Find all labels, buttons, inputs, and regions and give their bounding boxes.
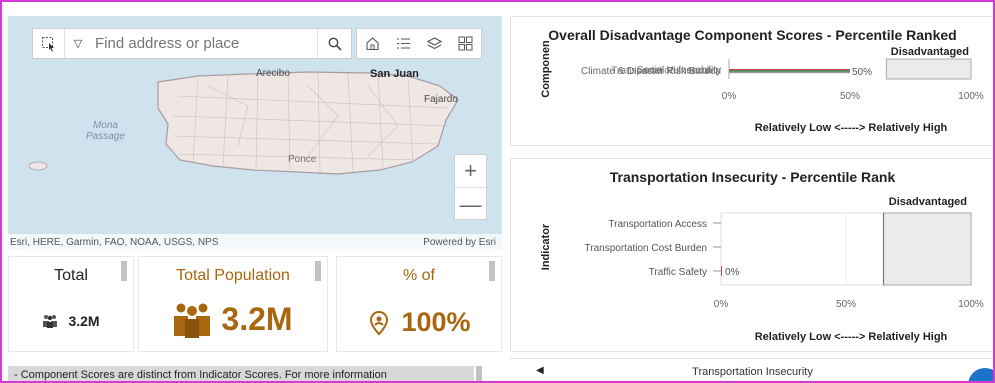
category-label: Social Vulnerability [637, 65, 721, 76]
percent-of-value: 100% [401, 307, 471, 337]
people-icon [174, 303, 211, 338]
bar-value-label: 0% [725, 267, 740, 278]
card-scrollbar[interactable] [121, 261, 127, 281]
disadvantaged-label: Disadvantaged [891, 46, 969, 58]
legend-button[interactable] [388, 29, 419, 58]
x-tick-label: 100% [958, 299, 984, 310]
x-tick-label: 0% [722, 91, 737, 102]
transportation-insecurity-chart: Disadvantaged Indicator Transportation Acc… [540, 196, 984, 343]
indicator-bar [721, 266, 722, 276]
chart-carousel-bar: ◀ Transportation Insecurity [510, 358, 995, 383]
disadvantaged-label: Disadvantaged [889, 196, 967, 208]
x-tick-label: 100% [958, 91, 984, 102]
transportation-insecurity-chart-panel: Transportation Insecurity - Percentile R… [510, 158, 995, 352]
mona-label-line2: Passage [86, 131, 125, 142]
map-label-arecibo: Arecibo [256, 68, 290, 79]
search-icon [328, 37, 342, 51]
x-tick-label: 50% [840, 91, 860, 102]
map-label-fajardo: Fajardo [424, 94, 458, 105]
search-input[interactable] [91, 29, 317, 58]
info-note: - Component Scores are distinct from Ind… [8, 366, 474, 383]
basemap-button[interactable] [450, 29, 481, 58]
card-scrollbar[interactable] [315, 261, 321, 281]
map-view[interactable]: ▽ Find address or place Arecibo San Juan… [8, 16, 502, 250]
map-label-mona-passage: Mona Passage [86, 120, 125, 142]
total-card-title: Total [54, 267, 88, 284]
percent-of-value-row: 100% [337, 307, 501, 338]
map-toolbar [356, 28, 482, 59]
disadvantaged-zone [885, 58, 972, 80]
total-population-value-row: 3.2M [139, 301, 327, 338]
disadvantaged-zone [883, 212, 972, 286]
component-scores-chart-panel: Overall Disadvantage Component Scores - … [510, 16, 995, 146]
zoom-in-button[interactable]: + [455, 155, 486, 188]
x-axis-label: Relatively Low <-----> Relatively High [755, 122, 948, 134]
select-cursor-icon [41, 36, 54, 51]
category-label: Traffic Safety [649, 267, 707, 278]
y-axis-label: Indicator [540, 223, 552, 270]
home-button[interactable] [357, 29, 388, 58]
percent-of-card: % of 100% [336, 256, 502, 352]
search-button[interactable] [317, 29, 351, 58]
map-label-san-juan: San Juan [370, 68, 419, 80]
note-scrollbar[interactable] [476, 366, 482, 383]
category-label: Transportation Access [608, 219, 707, 230]
total-population-value: 3.2M [221, 301, 293, 337]
attribution-text: Esri, HERE, Garmin, FAO, NOAA, USGS, NPS [10, 236, 219, 248]
chevron-down-icon: ▽ [73, 38, 83, 50]
search-source-dropdown[interactable]: ▽ [65, 29, 91, 58]
people-icon [43, 315, 58, 328]
x-tick-label: 0% [714, 299, 729, 310]
percent-of-title: % of [402, 267, 435, 284]
select-tool-button[interactable] [33, 29, 65, 58]
x-tick-label: 50% [836, 299, 856, 310]
bar-value-label: 50% [852, 67, 872, 78]
layers-icon [427, 37, 442, 50]
zoom-out-button[interactable]: — [455, 188, 486, 221]
total-card: Total 3.2M [8, 256, 134, 352]
total-population-card: Total Population 3.2M [138, 256, 328, 352]
category-label: Transportation Cost Burden [585, 243, 707, 254]
location-person-icon [370, 310, 389, 335]
map-attribution: Esri, HERE, Garmin, FAO, NOAA, USGS, NPS… [8, 234, 502, 250]
zoom-control: + — [454, 154, 487, 220]
mona-label-line1: Mona [92, 120, 118, 131]
basemap-gallery-icon [458, 36, 473, 51]
x-axis-label: Relatively Low <-----> Relatively High [755, 331, 948, 343]
powered-by-esri-link[interactable]: Powered by Esri [423, 237, 496, 248]
total-card-value: 3.2M [68, 313, 100, 329]
carousel-tab-label[interactable]: Transportation Insecurity [510, 366, 995, 378]
home-icon [366, 37, 379, 51]
total-card-value-row: 3.2M [9, 313, 133, 329]
list-icon [397, 38, 410, 49]
layers-button[interactable] [419, 29, 450, 58]
total-population-title: Total Population [176, 267, 290, 284]
map-label-ponce: Ponce [288, 154, 317, 165]
component-scores-chart: DisadvantagedComponen Climate & Disaster … [540, 40, 984, 134]
card-scrollbar[interactable] [489, 261, 495, 281]
component-bar [729, 71, 850, 74]
y-axis-label: Componen [540, 40, 552, 98]
search-bar: ▽ [32, 28, 352, 59]
